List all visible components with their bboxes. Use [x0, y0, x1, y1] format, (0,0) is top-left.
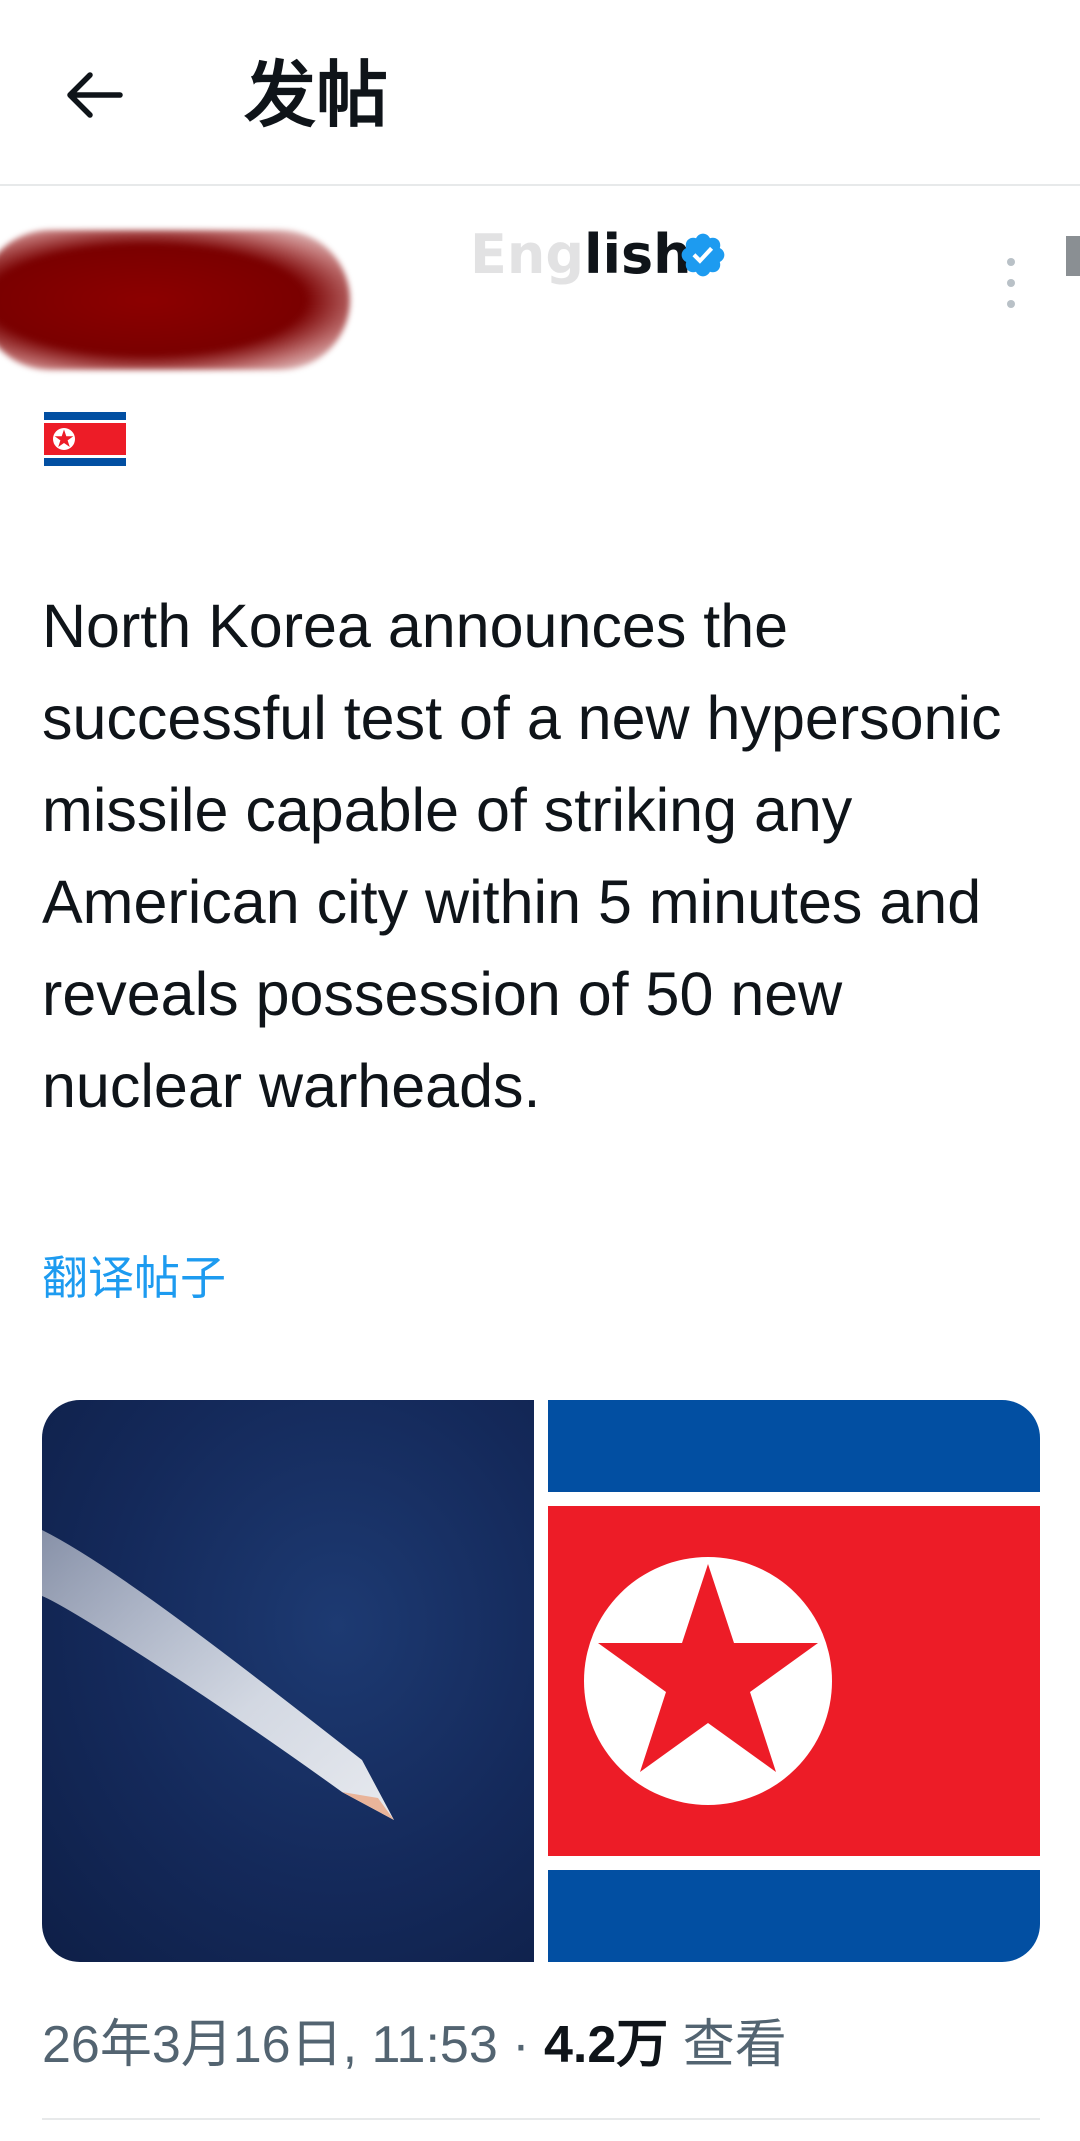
meta-separator: · [512, 2016, 530, 2074]
post-media [42, 1400, 1040, 1962]
verified-badge-icon [681, 233, 725, 277]
more-dot [1007, 279, 1015, 287]
redacted-avatar [0, 230, 350, 370]
more-options-button[interactable] [996, 258, 1026, 308]
page-title: 发帖 [244, 53, 389, 137]
north-korea-flag-image[interactable] [548, 1400, 1040, 1962]
views-label: 查看 [682, 2016, 787, 2074]
contrail-drawing [42, 1530, 394, 1820]
more-dot [1007, 300, 1015, 308]
flag-drawing [548, 1400, 1040, 1962]
post-meta: 26年3月16日, 11:53 · 4.2万 查看 [42, 2010, 787, 2080]
divider [42, 2118, 1040, 2120]
post-text: North Korea announces the successful tes… [42, 592, 1002, 1120]
author-name-faded: Eng [470, 223, 584, 286]
back-button[interactable] [58, 55, 130, 135]
views-count: 4.2万 [544, 2016, 669, 2074]
author-name-visible: lish [584, 223, 692, 286]
scroll-edge-indicator [1066, 236, 1080, 276]
north-korea-flag-icon [44, 412, 126, 466]
author-display-name[interactable]: English [470, 222, 692, 288]
more-dot [1007, 258, 1015, 266]
arrow-left-icon [67, 72, 123, 118]
missile-contrail-photo[interactable] [42, 1400, 534, 1962]
top-bar: 发帖 [0, 0, 1080, 186]
translate-post-link[interactable]: 翻译帖子 [42, 1248, 226, 1308]
post-timestamp[interactable]: 26年3月16日, 11:53 [42, 2016, 498, 2074]
